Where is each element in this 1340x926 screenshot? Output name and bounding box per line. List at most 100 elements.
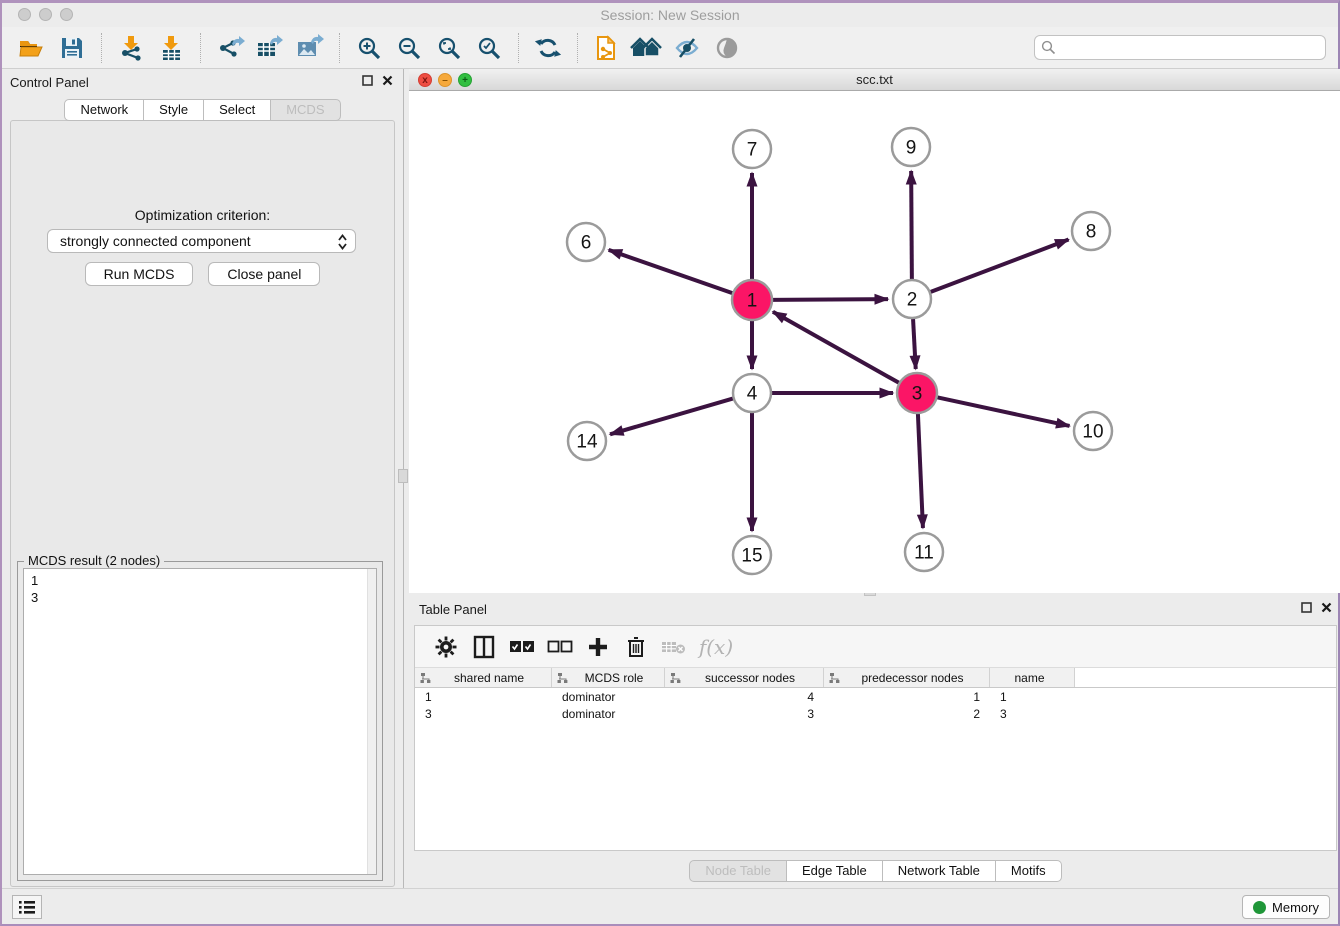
table-row[interactable]: 3 dominator 3 2 3	[415, 705, 1336, 722]
graph-node-label-4: 4	[747, 384, 758, 405]
close-panel-button[interactable]: Close panel	[208, 262, 320, 286]
tab-motifs[interactable]: Motifs	[996, 860, 1062, 882]
new-network-from-selection-button[interactable]	[587, 31, 627, 65]
cell-shared-name: 1	[415, 690, 552, 704]
graph-node-label-14: 14	[576, 432, 598, 453]
tab-style[interactable]: Style	[144, 99, 204, 121]
column-header-name[interactable]: name	[990, 668, 1075, 687]
float-panel-icon[interactable]	[1301, 602, 1312, 613]
export-network-button[interactable]	[210, 31, 250, 65]
application-window: Session: New Session	[0, 0, 1340, 926]
save-disk-icon	[59, 35, 85, 61]
search-input[interactable]	[1034, 35, 1326, 60]
apply-style-button[interactable]	[528, 31, 568, 65]
mcds-tab-pane: Optimization criterion: strongly connect…	[10, 120, 395, 887]
search-icon	[1041, 40, 1056, 55]
criterion-value: strongly connected component	[60, 233, 251, 249]
mcds-result-textarea[interactable]: 1 3	[23, 568, 377, 875]
graph-node-label-8: 8	[1086, 222, 1097, 243]
vertical-splitter-grip[interactable]	[398, 469, 408, 483]
cell-predecessor-nodes: 1	[824, 690, 990, 704]
graph-edge-1-6[interactable]	[609, 250, 733, 293]
attribute-tree-icon	[670, 672, 682, 684]
toolbar-separator	[101, 33, 102, 63]
tab-mcds[interactable]: MCDS	[271, 99, 340, 121]
tab-network-table[interactable]: Network Table	[883, 860, 996, 882]
graph-node-label-9: 9	[906, 138, 917, 159]
window-title: Session: New Session	[2, 7, 1338, 23]
zoom-in-button[interactable]	[349, 31, 389, 65]
trash-icon	[626, 635, 646, 659]
graph-edge-4-14[interactable]	[610, 399, 733, 435]
save-session-button[interactable]	[52, 31, 92, 65]
column-header-predecessor-nodes[interactable]: predecessor nodes	[824, 668, 990, 687]
column-header-shared-name[interactable]: shared name	[415, 668, 552, 687]
tab-select[interactable]: Select	[204, 99, 271, 121]
delete-table-button[interactable]	[655, 630, 693, 664]
graph-edge-2-9[interactable]	[911, 171, 912, 279]
import-network-button[interactable]	[111, 31, 151, 65]
toolbar-separator	[339, 33, 340, 63]
show-graphics-details-button[interactable]	[707, 31, 747, 65]
close-panel-icon[interactable]	[1321, 602, 1332, 613]
zoom-out-button[interactable]	[389, 31, 429, 65]
open-session-button[interactable]	[12, 31, 52, 65]
tab-edge-table[interactable]: Edge Table	[787, 860, 883, 882]
graph-edge-3-1[interactable]	[773, 312, 900, 383]
network-window-titlebar: x – + scc.txt	[409, 69, 1340, 91]
cell-predecessor-nodes: 2	[824, 707, 990, 721]
hide-graphics-details-button[interactable]	[667, 31, 707, 65]
deselect-all-icon	[547, 640, 573, 654]
main-toolbar	[2, 27, 1338, 69]
deselect-all-button[interactable]	[541, 630, 579, 664]
table-settings-button[interactable]	[427, 630, 465, 664]
graph-edge-3-11[interactable]	[918, 413, 923, 528]
memory-status-dot	[1253, 901, 1266, 914]
float-panel-icon[interactable]	[362, 75, 373, 86]
select-all-button[interactable]	[503, 630, 541, 664]
zoom-selected-button[interactable]	[469, 31, 509, 65]
open-folder-icon	[18, 35, 46, 61]
column-header-successor-nodes[interactable]: successor nodes	[665, 668, 824, 687]
criterion-dropdown[interactable]: strongly connected component	[47, 229, 356, 253]
zoom-fit-icon	[436, 35, 462, 61]
first-neighbors-button[interactable]	[627, 31, 667, 65]
show-column-button[interactable]	[465, 630, 503, 664]
run-mcds-button[interactable]: Run MCDS	[85, 262, 194, 286]
graph-edge-3-10[interactable]	[937, 397, 1070, 426]
table-panel: Table Panel	[409, 598, 1340, 893]
import-table-button[interactable]	[151, 31, 191, 65]
zoom-fit-button[interactable]	[429, 31, 469, 65]
mcds-result-title: MCDS result (2 nodes)	[24, 553, 164, 568]
memory-label: Memory	[1272, 900, 1319, 915]
eye-icon	[713, 35, 741, 61]
table-row[interactable]: 1 dominator 4 1 1	[415, 688, 1336, 705]
tab-network[interactable]: Network	[64, 99, 144, 121]
function-builder-button[interactable]: f(x)	[693, 630, 739, 664]
tab-node-table[interactable]: Node Table	[689, 860, 787, 882]
mcds-result-text: 1 3	[24, 569, 376, 606]
graph-node-label-6: 6	[581, 233, 592, 254]
export-image-button[interactable]	[290, 31, 330, 65]
network-canvas[interactable]: 1234678910111415	[409, 91, 1340, 593]
result-scrollbar[interactable]	[367, 569, 376, 874]
status-bar: Memory	[2, 888, 1338, 924]
create-column-button[interactable]	[579, 630, 617, 664]
import-table-icon	[157, 34, 185, 62]
delete-column-button[interactable]	[617, 630, 655, 664]
main-titlebar: Session: New Session	[2, 3, 1338, 27]
graph-edge-2-8[interactable]	[931, 240, 1069, 292]
column-header-mcds-role[interactable]: MCDS role	[552, 668, 665, 687]
close-panel-icon[interactable]	[382, 75, 393, 86]
graph-edge-2-3[interactable]	[913, 319, 916, 369]
export-network-icon	[215, 34, 245, 62]
network-graph[interactable]: 1234678910111415	[409, 91, 1340, 593]
export-table-button[interactable]	[250, 31, 290, 65]
control-panel-header: Control Panel	[2, 69, 403, 95]
new-network-file-icon	[593, 33, 621, 63]
memory-button[interactable]: Memory	[1242, 895, 1330, 919]
graph-edge-1-2[interactable]	[772, 299, 888, 300]
import-network-icon	[117, 34, 145, 62]
export-image-icon	[295, 34, 325, 62]
show-task-history-button[interactable]	[12, 895, 42, 919]
